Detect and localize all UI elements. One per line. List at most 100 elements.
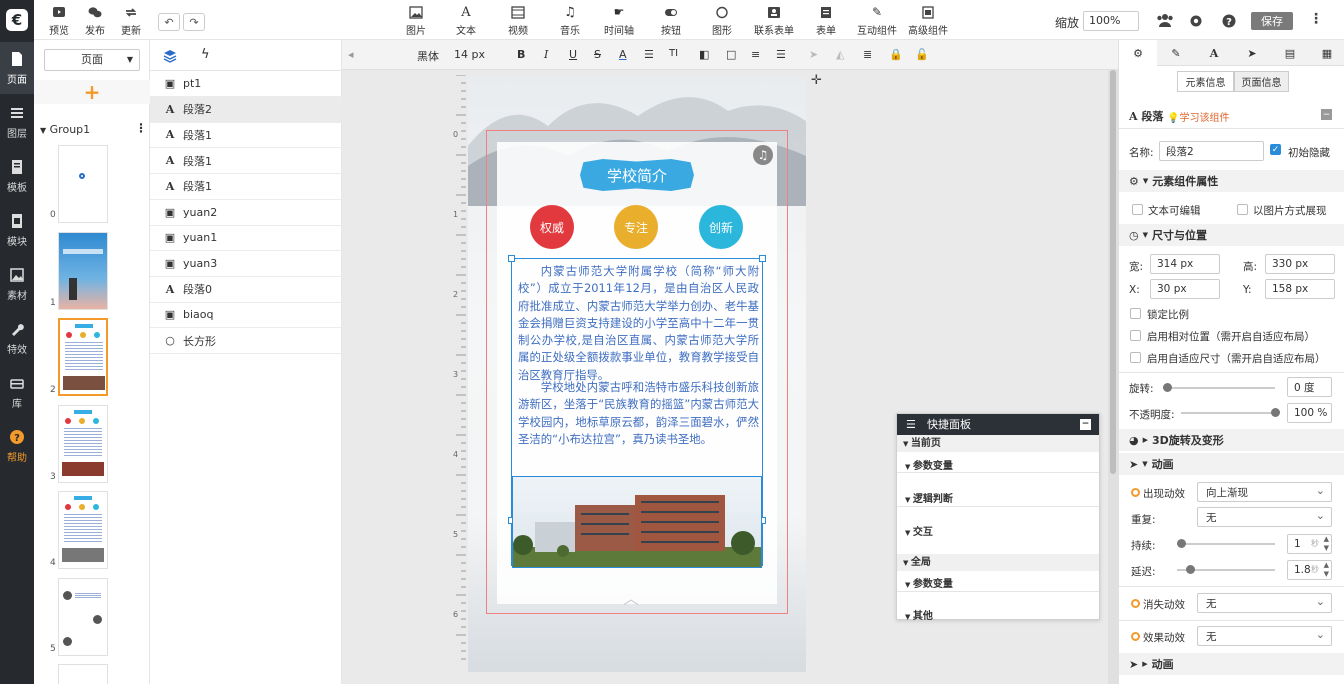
send-icon[interactable]: ➤	[1233, 40, 1271, 66]
page-thumb-2[interactable]	[58, 318, 108, 396]
circle-badge[interactable]: 创新	[699, 205, 743, 249]
insert-contact-form-button[interactable]: 联系表单	[754, 6, 794, 37]
stepper-icon[interactable]: ▲ ▼	[1324, 561, 1329, 579]
italic-icon[interactable]: I	[544, 48, 548, 61]
music-icon[interactable]: ♫	[753, 145, 773, 165]
effect-select[interactable]: 无	[1197, 626, 1332, 646]
adaptive-size-checkbox[interactable]	[1130, 352, 1141, 363]
layer-row[interactable]: A 段落1	[150, 122, 342, 149]
repeat-select[interactable]: 无	[1197, 507, 1332, 527]
opacity-slider-knob[interactable]	[1271, 408, 1280, 417]
lightning-icon[interactable]: ϟ	[201, 47, 210, 62]
layer-row[interactable]: ▣ biaoq	[150, 302, 342, 329]
gear-icon[interactable]	[1189, 14, 1203, 28]
font-icon[interactable]: A	[1195, 40, 1233, 66]
delay-slider-knob[interactable]	[1186, 565, 1195, 574]
param-variables-current[interactable]: ▼ 参数变量	[905, 457, 953, 472]
users-icon[interactable]	[1156, 13, 1174, 27]
layer-row[interactable]: ▣ yuan3	[150, 251, 342, 277]
layer-row[interactable]: A 段落0	[150, 277, 342, 303]
page-type-select[interactable]: 页面 ▼	[44, 49, 140, 71]
strikethrough-icon[interactable]: S	[594, 48, 601, 61]
section-component-props[interactable]: ⚙ ▼ 元素组件属性	[1119, 170, 1344, 192]
page-thumb-3[interactable]	[58, 405, 108, 483]
layer-row[interactable]: A 段落1	[150, 174, 342, 200]
nav-help[interactable]: ? 帮助	[0, 420, 34, 472]
global-section[interactable]: ▼ 全局	[897, 554, 1099, 571]
duration-slider-knob[interactable]	[1177, 539, 1186, 548]
quick-panel-header[interactable]: ☰ 快捷面板 −	[897, 414, 1099, 435]
text-color-icon[interactable]: A	[619, 48, 627, 61]
y-input[interactable]: 158 px	[1265, 279, 1335, 299]
app-logo[interactable]: €	[0, 0, 34, 40]
save-button[interactable]: 保存	[1251, 12, 1293, 30]
undo-button[interactable]: ↶	[158, 13, 180, 31]
as-image-checkbox[interactable]	[1237, 204, 1248, 215]
page-thumb-0[interactable]	[58, 145, 108, 223]
height-input[interactable]: 330 px	[1265, 254, 1335, 274]
insert-video-button[interactable]: 视频	[508, 6, 528, 37]
appear-effect-select[interactable]: 向上渐现	[1197, 482, 1332, 502]
interaction[interactable]: ▼ 交互	[905, 523, 933, 538]
insert-shape-button[interactable]: 图形	[712, 6, 732, 37]
border-icon[interactable]: □	[726, 48, 736, 61]
group-header[interactable]: ▼ Group1	[40, 123, 90, 136]
delay-input[interactable]: 1.8 秒 ▲ ▼	[1287, 560, 1332, 580]
nav-layers[interactable]: 图层	[0, 96, 34, 148]
section-animation-2[interactable]: ➤ ▶ 动画	[1119, 653, 1344, 675]
section-size-position[interactable]: ◷ ▼ 尺寸与位置	[1119, 224, 1344, 246]
send-icon[interactable]: ➤	[809, 48, 818, 61]
duration-input[interactable]: 1 秒 ▲ ▼	[1287, 534, 1332, 554]
canvas-scrollbar[interactable]	[1108, 70, 1118, 684]
circle-badge[interactable]: 专注	[614, 205, 658, 249]
pencil-icon[interactable]: ✎	[1157, 40, 1195, 66]
circle-badge[interactable]: 权威	[530, 205, 574, 249]
publish-button[interactable]: 发布	[85, 6, 105, 37]
add-page-button[interactable]: +	[34, 80, 150, 104]
insert-music-button[interactable]: ♫ 音乐	[560, 6, 580, 37]
lock-icon[interactable]: 🔒	[889, 48, 903, 61]
nav-template[interactable]: 模板	[0, 150, 34, 202]
font-family-select[interactable]: 黑体	[417, 48, 439, 64]
duration-slider[interactable]	[1177, 543, 1275, 545]
tab-element-info[interactable]: 元素信息	[1177, 71, 1234, 92]
insert-image-button[interactable]: 图片	[406, 6, 426, 37]
help-icon[interactable]: ?	[1222, 14, 1236, 28]
param-variables-global[interactable]: ▼ 参数变量	[905, 575, 953, 590]
document-icon[interactable]: ▤	[1271, 40, 1309, 66]
layers-stack-icon[interactable]	[163, 49, 177, 63]
align-left-icon[interactable]: ☰	[644, 48, 654, 61]
mirror-icon[interactable]: ◭	[836, 48, 844, 61]
group-menu-icon[interactable]: ⋮	[135, 121, 147, 135]
banner-title[interactable]: 学校简介	[580, 159, 694, 191]
grid-icon[interactable]: ▦	[1309, 40, 1344, 66]
x-input[interactable]: 30 px	[1150, 279, 1220, 299]
scroll-up-icon[interactable]: ︿	[623, 585, 639, 609]
stepper-icon[interactable]: ▲ ▼	[1324, 535, 1329, 553]
list-icon[interactable]: ☰	[776, 48, 786, 61]
gear-icon[interactable]: ⚙	[1119, 40, 1157, 66]
lock-ratio-checkbox[interactable]	[1130, 308, 1141, 319]
learn-component-link[interactable]: 💡学习该组件	[1167, 109, 1229, 124]
more-menu-icon[interactable]: ⋮	[1309, 11, 1323, 27]
underline-icon[interactable]: U	[569, 48, 577, 61]
layer-row[interactable]: ▣ yuan1	[150, 225, 342, 252]
page-thumb-1[interactable]	[58, 232, 108, 310]
page-thumb-4[interactable]	[58, 491, 108, 569]
rotate-input[interactable]: 0 度	[1287, 377, 1332, 397]
school-photo[interactable]	[512, 476, 762, 568]
nav-material[interactable]: 素材	[0, 258, 34, 310]
paragraph-1[interactable]: 内蒙古师范大学附属学校（简称“师大附校”）成立于2011年12月，是由自治区人民…	[518, 263, 759, 384]
other[interactable]: ▼ 其他	[905, 607, 933, 622]
line-spacing-icon[interactable]: ≡	[751, 48, 760, 61]
text-editable-checkbox[interactable]	[1132, 204, 1143, 215]
nav-module[interactable]: 模块	[0, 204, 34, 256]
insert-advanced-button[interactable]: 高级组件	[908, 6, 948, 37]
paragraph-2[interactable]: 学校地处内蒙古呼和浩特市盛乐科技创新旅游新区，坐落于“民族教育的摇篮”内蒙古师范…	[518, 379, 759, 448]
relative-position-checkbox[interactable]	[1130, 330, 1141, 341]
page-thumb-6[interactable]	[58, 664, 108, 684]
page-thumb-5[interactable]	[58, 578, 108, 656]
nav-library[interactable]: 库	[0, 366, 34, 418]
initial-hidden-checkbox[interactable]: ✓	[1270, 144, 1281, 155]
rotate-slider-knob[interactable]	[1163, 383, 1172, 392]
